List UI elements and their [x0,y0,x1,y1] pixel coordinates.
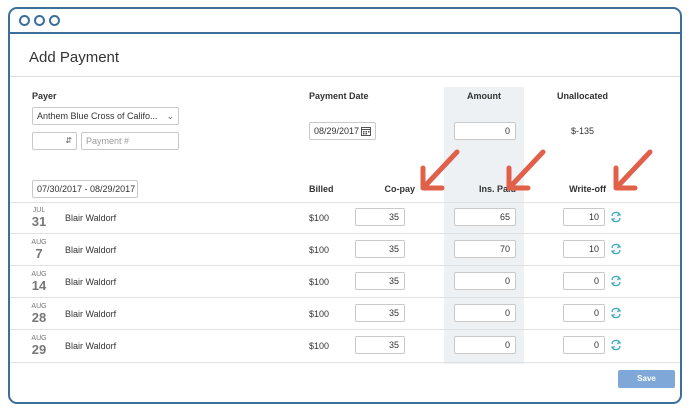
copay-header: Co-pay [384,184,415,194]
row-day: 29 [31,342,47,357]
annotation-arrow-icon [506,149,546,191]
window-dot-icon [19,15,30,26]
write-off-input[interactable]: 0 [563,272,605,290]
amount-header: Amount [467,91,501,101]
row-day: 14 [31,278,47,293]
patient-name[interactable]: Blair Waldorf [65,277,116,287]
ins-paid-input[interactable]: 70 [454,240,516,258]
copay-input[interactable]: 35 [355,336,405,354]
row-divider [10,329,680,330]
row-day: 31 [31,214,47,229]
updown-chevron-icon: ⇵ [65,136,72,145]
annotation-arrow-icon [613,149,653,191]
title-divider [10,76,680,77]
refresh-icon[interactable] [610,211,622,223]
billed-value: $100 [309,277,330,287]
payment-number-input[interactable]: Payment # [81,132,179,150]
copay-input[interactable]: 35 [355,208,405,226]
chevron-down-icon: ⌄ [166,111,174,121]
table-bottom-divider [10,362,680,363]
billed-value: $100 [309,213,330,223]
payment-date-input[interactable]: 08/29/2017 [309,122,376,140]
row-divider [10,233,680,234]
amount-input[interactable]: 0 [454,122,516,140]
billed-value: $100 [309,309,330,319]
window-dot-icon [34,15,45,26]
ins-paid-input[interactable]: 0 [454,304,516,322]
write-off-input[interactable]: 0 [563,304,605,322]
row-day: 7 [35,246,43,261]
row-date: JUL 31 [27,207,51,228]
payer-select[interactable]: Anthem Blue Cross of Califo... ⌄ [32,107,179,125]
date-range-input[interactable]: 07/30/2017 - 08/29/2017 [32,180,138,198]
patient-name[interactable]: Blair Waldorf [65,213,116,223]
annotation-arrow-icon [420,149,460,191]
billed-value: $100 [309,245,330,255]
patient-name[interactable]: Blair Waldorf [65,245,116,255]
ins-paid-input[interactable]: 0 [454,272,516,290]
row-date: AUG 14 [27,271,51,292]
app-window: Add Payment Payer Payment Date Amount Un… [8,7,682,404]
ins-paid-input[interactable]: 65 [454,208,516,226]
copay-input[interactable]: 35 [355,240,405,258]
payer-select-value: Anthem Blue Cross of Califo... [37,111,158,121]
row-date: AUG 7 [27,239,51,260]
write-off-input[interactable]: 0 [563,336,605,354]
patient-name[interactable]: Blair Waldorf [65,341,116,351]
table-header-divider [10,202,680,203]
billed-value: $100 [309,341,330,351]
payer-header: Payer [32,91,57,101]
refresh-icon[interactable] [610,339,622,351]
save-button[interactable]: Save [618,370,675,388]
page-title: Add Payment [29,49,120,66]
patient-name[interactable]: Blair Waldorf [65,309,116,319]
row-divider [10,297,680,298]
row-date: AUG 28 [27,303,51,324]
window-titlebar [10,9,680,34]
row-day: 28 [31,310,47,325]
unallocated-value: $-135 [571,126,595,136]
ins-paid-input[interactable]: 0 [454,336,516,354]
payment-date-value: 08/29/2017 [314,126,360,136]
calendar-icon[interactable] [361,126,371,136]
window-dot-icon [49,15,60,26]
write-off-input[interactable]: 10 [563,208,605,226]
refresh-icon[interactable] [610,307,622,319]
payment-type-select[interactable]: ⇵ [32,132,77,150]
row-date: AUG 29 [27,335,51,356]
write-off-input[interactable]: 10 [563,240,605,258]
copay-input[interactable]: 35 [355,304,405,322]
unallocated-header: Unallocated [557,91,609,101]
refresh-icon[interactable] [610,243,622,255]
row-divider [10,265,680,266]
payment-date-header: Payment Date [309,91,369,101]
billed-header: Billed [309,184,334,194]
write-off-header: Write-off [569,184,606,194]
copay-input[interactable]: 35 [355,272,405,290]
refresh-icon[interactable] [610,275,622,287]
